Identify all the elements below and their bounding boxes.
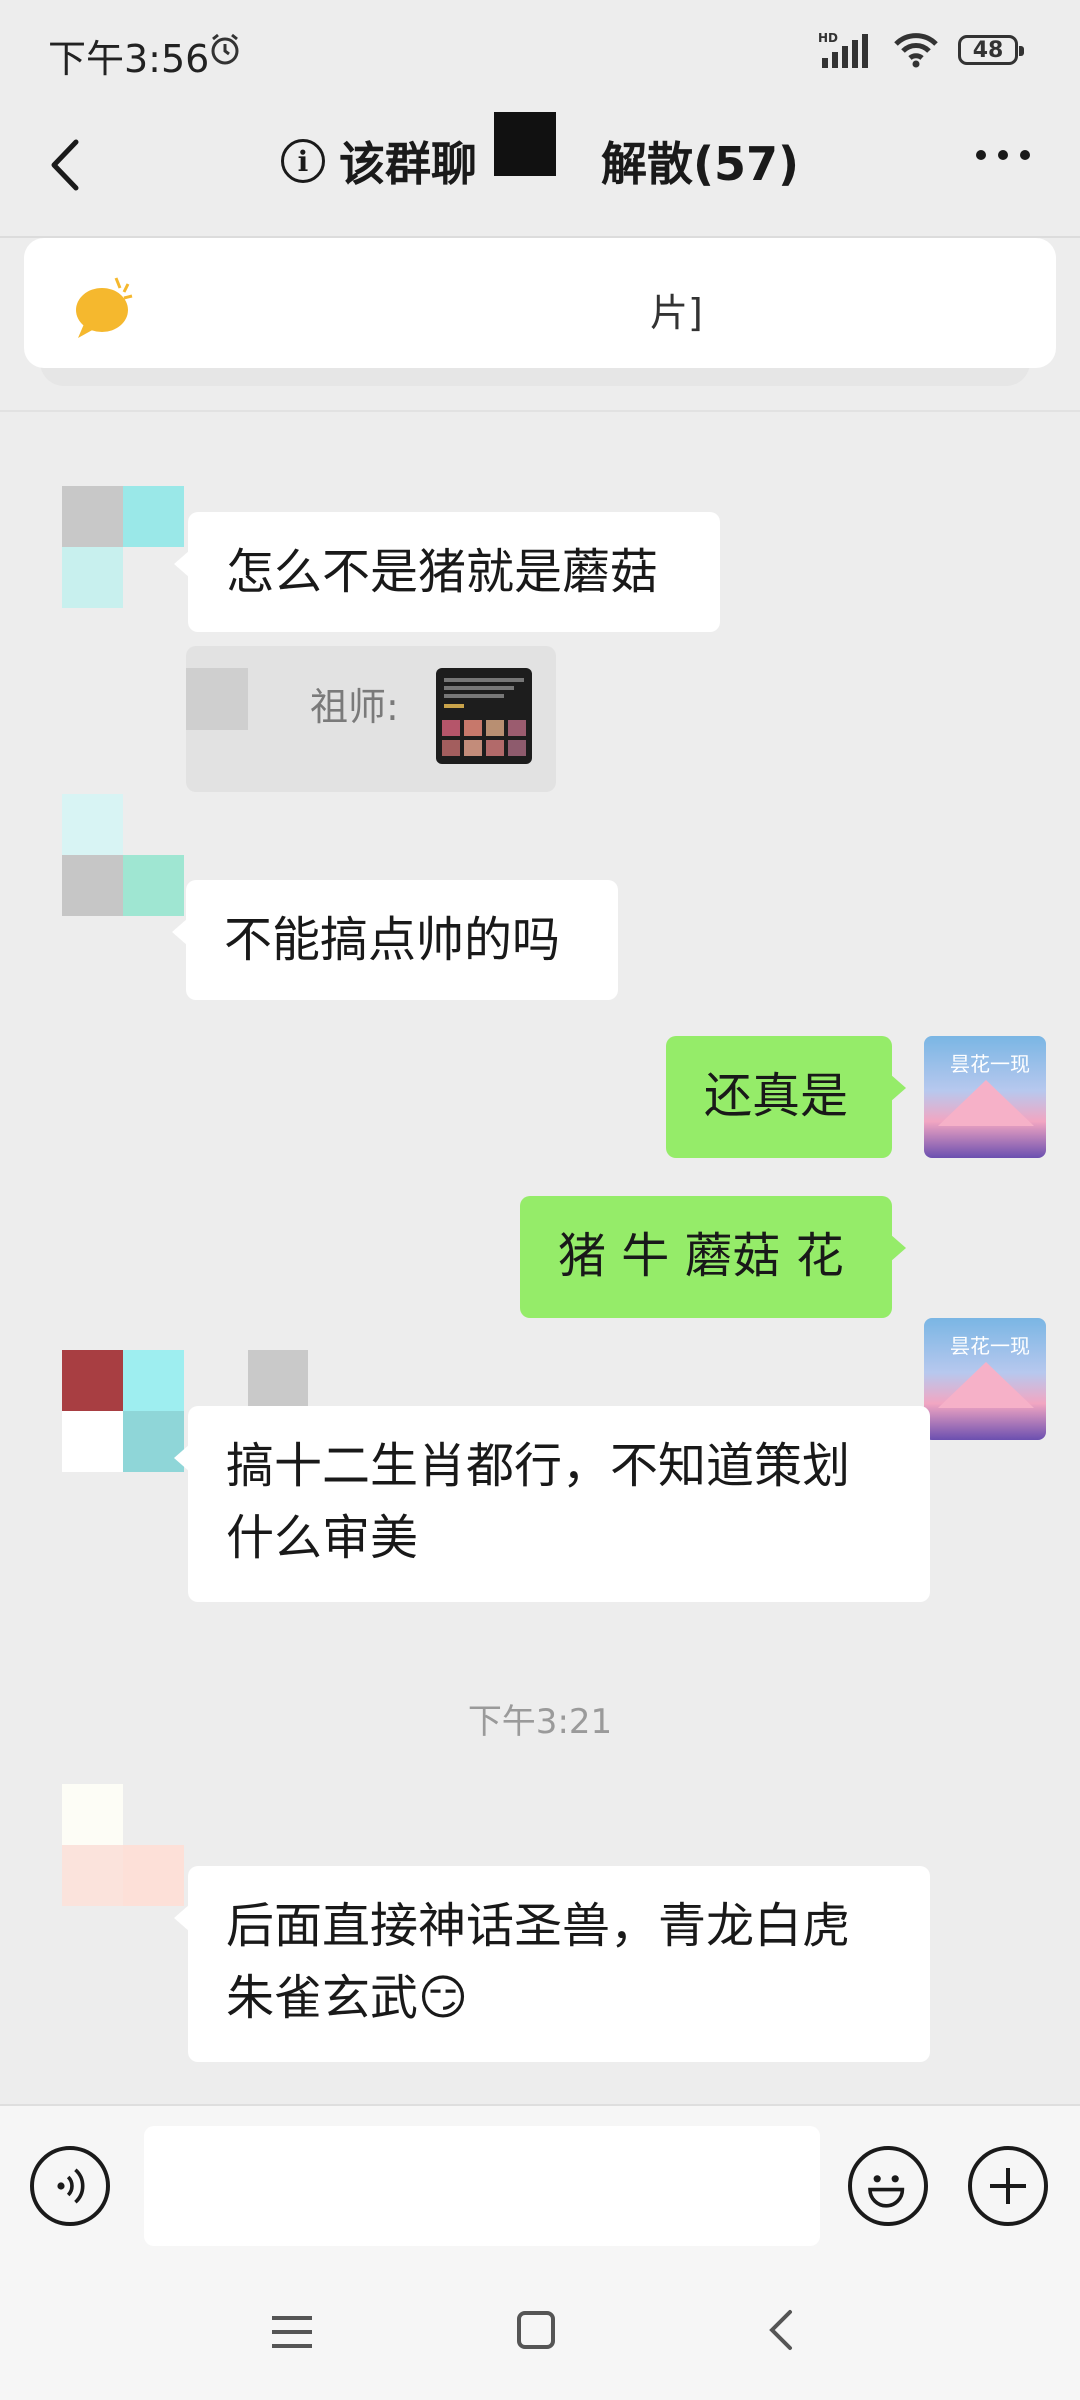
self-avatar-text: 昙花一现 <box>950 1052 1030 1076</box>
notice-bubble-icon <box>76 277 133 338</box>
alarm-icon <box>211 33 239 65</box>
message-bubble-self[interactable]: 猪 牛 蘑菇 花 <box>520 1196 906 1318</box>
notice-text: 片] <box>650 291 703 335</box>
self-avatar-text: 昙花一现 <box>950 1334 1030 1358</box>
quote-thumbnail <box>436 668 532 764</box>
menu-icon[interactable] <box>270 2312 314 2352</box>
pinned-notice[interactable] <box>24 238 1056 368</box>
quote-avatar <box>186 668 248 730</box>
wifi-icon <box>894 33 938 68</box>
home-icon[interactable] <box>516 2310 556 2350</box>
plus-icon[interactable] <box>968 2146 1048 2226</box>
message-text: 不能搞点帅的吗 <box>224 912 561 968</box>
message-input[interactable] <box>144 2126 820 2246</box>
message-bubble[interactable]: 怎么不是猪就是蘑菇 <box>174 512 720 632</box>
status-icons: HD 48 <box>818 30 1024 70</box>
message-text: 搞十二生肖都行，不知道策划什么审美 <box>226 1438 851 1566</box>
nav-back-icon[interactable] <box>766 2308 796 2352</box>
message-text: 猪 牛 蘑菇 花 <box>558 1228 844 1284</box>
time-separator: 下午3:21 <box>467 1702 613 1742</box>
message-text: 还真是 <box>704 1068 849 1124</box>
notice-divider <box>0 410 1080 412</box>
more-dots-icon[interactable] <box>976 150 1030 160</box>
hd-label: HD <box>818 31 838 45</box>
quoted-message[interactable]: 祖师: <box>186 646 556 792</box>
title-right: 解散(57) <box>600 137 800 191</box>
battery-level: 48 <box>972 37 1004 63</box>
voice-icon[interactable] <box>30 2146 110 2226</box>
message-bubble[interactable]: 后面直接神话圣兽，青龙白虎朱雀玄武😏 <box>174 1866 930 2062</box>
message-bubble[interactable]: 搞十二生肖都行，不知道策划什么审美 <box>174 1406 930 1602</box>
info-icon: i <box>280 139 325 183</box>
quote-text: 祖师: <box>310 685 399 729</box>
battery-icon: 48 <box>958 35 1024 65</box>
emoji-icon[interactable] <box>848 2146 928 2226</box>
avatar[interactable] <box>62 1784 184 1906</box>
redaction-block <box>494 112 556 176</box>
message-bubble-self[interactable]: 还真是 <box>666 1036 906 1158</box>
self-avatar[interactable]: 昙花一现 <box>924 1318 1046 1440</box>
avatar-pixel <box>248 1350 308 1410</box>
avatar[interactable] <box>62 1350 184 1472</box>
message-bubble[interactable]: 不能搞点帅的吗 <box>172 880 618 1000</box>
signal-icon: HD <box>818 31 868 68</box>
message-text: 怎么不是猪就是蘑菇 <box>226 544 659 600</box>
avatar[interactable] <box>62 486 184 608</box>
title-left: 该群聊 <box>338 137 477 191</box>
message-text: 后面直接神话圣兽，青龙白虎朱雀玄武😏 <box>226 1898 851 2026</box>
status-time: 下午3:56 <box>48 37 210 81</box>
avatar[interactable] <box>62 794 184 916</box>
self-avatar[interactable]: 昙花一现 <box>924 1036 1046 1158</box>
